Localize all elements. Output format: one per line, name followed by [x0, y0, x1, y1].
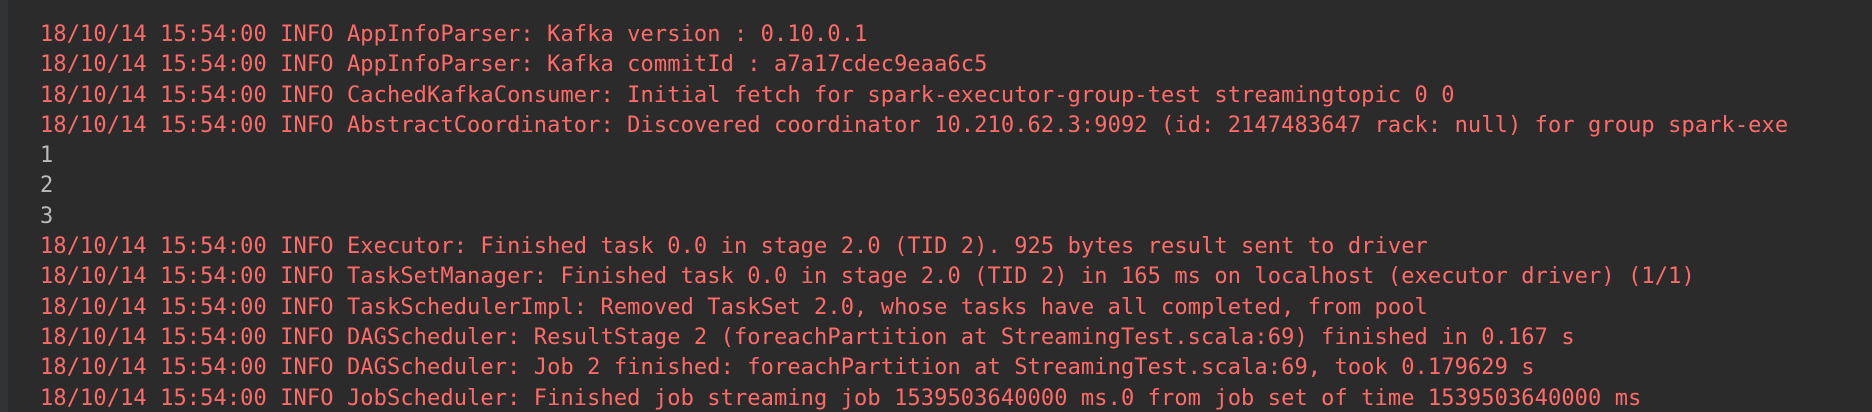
console-line: 18/10/14 15:54:00 INFO AppInfoParser: Ka…: [40, 52, 988, 78]
console-line: 2: [40, 173, 54, 199]
console-line: 18/10/14 15:54:00 INFO TaskSetManager: F…: [40, 264, 1695, 290]
console-line: 18/10/14 15:54:00 INFO AppInfoParser: Ka…: [40, 22, 868, 47]
console-line: 3: [40, 203, 54, 229]
console-line: 18/10/14 15:54:00 INFO DAGScheduler: Job…: [40, 355, 1535, 381]
console-line: 18/10/14 15:54:00 INFO CachedKafkaConsum…: [40, 82, 1455, 108]
console-line: 18/10/14 15:54:00 INFO JobScheduler: Fin…: [40, 385, 1642, 411]
console-line: 18/10/14 15:54:00 INFO TaskSchedulerImpl…: [40, 294, 1428, 320]
console-line: 18/10/14 15:54:00 INFO AbstractCoordinat…: [40, 112, 1789, 138]
console-gutter: [0, 0, 8, 412]
console-line: 18/10/14 15:54:00 INFO Executor: Finishe…: [40, 234, 1428, 260]
console-line: 1: [40, 143, 54, 169]
console-line: 18/10/14 15:54:00 INFO DAGScheduler: Res…: [40, 324, 1575, 350]
console-output-panel[interactable]: 18/10/14 15:54:00 INFO AppInfoParser: Ka…: [0, 0, 1872, 412]
console-lines[interactable]: 18/10/14 15:54:00 INFO AppInfoParser: Ka…: [40, 20, 1872, 412]
